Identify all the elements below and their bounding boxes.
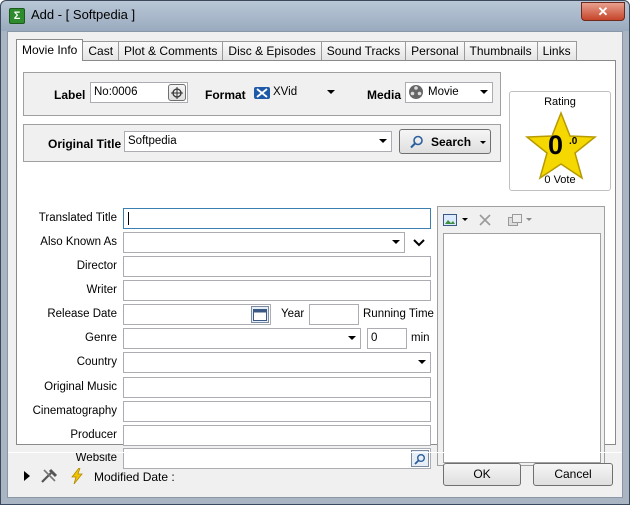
rating-value: 0	[548, 130, 564, 160]
tab-sound-tracks[interactable]: Sound Tracks	[320, 41, 407, 61]
app-icon: Σ	[9, 8, 25, 24]
chevron-down-icon	[480, 90, 488, 94]
copy-icon[interactable]	[508, 214, 522, 226]
film-reel-icon	[409, 85, 423, 99]
format-value: XVid	[273, 86, 298, 98]
director-field[interactable]	[123, 256, 431, 277]
format-label: Format	[205, 88, 246, 102]
country-label: Country	[76, 356, 117, 368]
tools-icon[interactable]	[40, 468, 58, 484]
label-label: Label	[54, 88, 86, 102]
expand-arrow-icon[interactable]	[23, 471, 31, 481]
director-label: Director	[76, 260, 117, 272]
label-picker-button[interactable]	[168, 84, 186, 101]
image-preview-area[interactable]	[443, 233, 601, 463]
footer-separator	[8, 452, 622, 453]
dialog-client-area: Movie Info Cast Plot & Comments Disc & E…	[7, 31, 623, 498]
tab-movie-info[interactable]: Movie Info	[16, 39, 84, 61]
tab-disc-episodes[interactable]: Disc & Episodes	[222, 41, 322, 61]
writer-field[interactable]	[123, 280, 431, 301]
country-select[interactable]	[123, 352, 431, 373]
calendar-button[interactable]	[251, 306, 269, 323]
producer-field[interactable]	[123, 425, 431, 446]
release-date-label: Release Date	[47, 308, 117, 320]
dialog-window: Σ Add - [ Softpedia ] ✕ Movie Info Cast …	[0, 0, 630, 505]
tab-personal[interactable]: Personal	[405, 41, 465, 61]
tab-strip: Movie Info Cast Plot & Comments Disc & E…	[16, 39, 577, 61]
tab-plot-comments[interactable]: Plot & Comments	[118, 41, 224, 61]
original-title-field[interactable]: Softpedia	[124, 131, 392, 152]
search-icon	[410, 135, 423, 149]
rating-panel: Rating 0 .0 0 Vote	[509, 91, 611, 191]
translated-title-label: Translated Title	[38, 212, 117, 224]
media-label: Media	[367, 88, 402, 102]
year-field[interactable]	[309, 304, 359, 325]
chevron-down-icon	[379, 139, 387, 143]
original-title-group: Original Title Softpedia Search	[23, 124, 501, 162]
cinematography-label: Cinematography	[32, 405, 117, 417]
search-label: Search	[431, 135, 472, 149]
tab-thumbnails[interactable]: Thumbnails	[463, 41, 538, 61]
dropdown-arrow-icon	[480, 141, 486, 144]
dropdown-arrow-icon[interactable]	[462, 218, 468, 221]
original-title-label: Original Title	[48, 137, 122, 151]
text-caret	[128, 212, 129, 225]
calendar-icon	[253, 309, 267, 321]
chevron-down-icon	[348, 336, 356, 340]
modified-date-label: Modified Date :	[94, 470, 175, 484]
dropdown-arrow-icon[interactable]	[526, 218, 532, 221]
genre-label: Genre	[85, 332, 117, 344]
runtime-field[interactable]: 0	[367, 328, 407, 349]
search-button[interactable]: Search	[399, 129, 491, 154]
window-title: Add - [ Softpedia ]	[31, 7, 136, 22]
rating-title: Rating	[544, 96, 576, 108]
chevron-down-icon	[418, 360, 426, 364]
image-panel	[437, 206, 605, 466]
title-bar[interactable]: Σ Add - [ Softpedia ] ✕	[1, 1, 629, 31]
genre-select[interactable]	[123, 328, 361, 349]
expand-chevron-icon[interactable]	[413, 239, 425, 247]
vote-count: 0 Vote	[544, 174, 576, 186]
producer-label: Producer	[70, 429, 117, 441]
crosshair-icon	[171, 87, 183, 99]
tab-links[interactable]: Links	[536, 41, 577, 61]
also-known-as-label: Also Known As	[40, 236, 117, 248]
cinematography-field[interactable]	[123, 401, 431, 422]
lightning-icon[interactable]	[69, 468, 85, 484]
original-music-field[interactable]	[123, 377, 431, 398]
year-label: Year	[281, 308, 305, 320]
cancel-button[interactable]: Cancel	[533, 463, 613, 486]
website-label: Website	[75, 452, 117, 464]
xvid-icon	[254, 87, 270, 99]
chevron-down-icon	[327, 90, 335, 94]
image-icon[interactable]	[443, 214, 457, 226]
minutes-label: min	[411, 332, 430, 344]
label-format-media-group: Label No:0006 Format XVid Media Movie	[23, 72, 501, 116]
also-known-as-field[interactable]	[123, 232, 405, 253]
chevron-down-icon	[392, 240, 400, 244]
translated-title-field[interactable]	[123, 208, 431, 229]
rating-decimal: .0	[569, 136, 578, 147]
close-button[interactable]: ✕	[581, 2, 625, 21]
media-value: Movie	[428, 86, 459, 98]
original-title-value: Softpedia	[128, 135, 177, 147]
format-select[interactable]: XVid	[252, 82, 340, 103]
writer-label: Writer	[86, 284, 117, 296]
delete-icon[interactable]	[478, 213, 492, 227]
release-date-field[interactable]	[123, 304, 271, 325]
ok-button[interactable]: OK	[443, 463, 521, 486]
media-select[interactable]: Movie	[405, 82, 493, 103]
original-music-label: Original Music	[44, 381, 117, 393]
search-icon	[414, 454, 425, 465]
running-time-label: Running Time	[363, 308, 434, 320]
movie-info-page: Label No:0006 Format XVid Media Movie Or…	[16, 60, 616, 469]
tab-cast[interactable]: Cast	[82, 41, 120, 61]
